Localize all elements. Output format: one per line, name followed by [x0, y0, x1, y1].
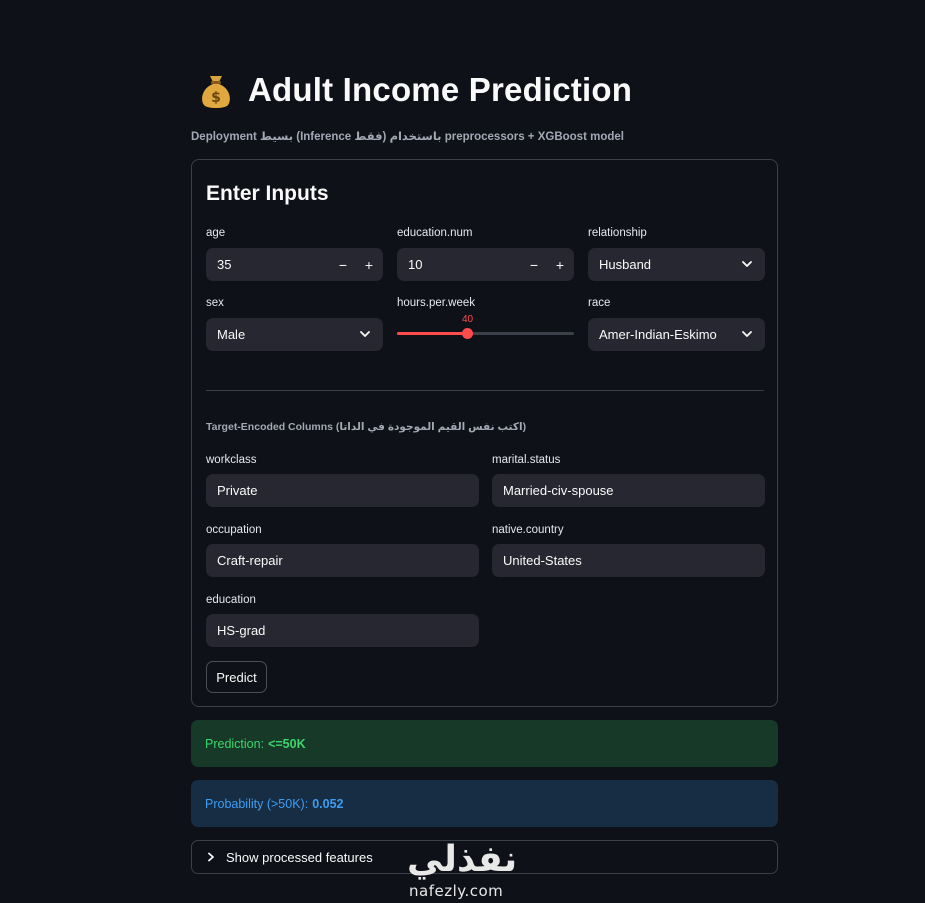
hours-per-week-slider[interactable] — [397, 328, 574, 339]
hours-per-week-label: hours.per.week — [397, 297, 475, 309]
marital-status-value: Married-civ-spouse — [503, 483, 614, 498]
nafezly-watermark: نفذلي nafezly.com — [405, 838, 523, 902]
age-value: 35 — [217, 257, 232, 272]
education-num-value: 10 — [408, 257, 423, 272]
money-bag-icon: $ — [198, 70, 234, 110]
probability-label: Probability (>50K): — [205, 796, 309, 811]
chevron-down-icon — [742, 261, 752, 267]
probability-alert: Probability (>50K): 0.052 — [191, 780, 778, 827]
marital-status-label: marital.status — [492, 454, 561, 466]
relationship-select[interactable]: Husband — [588, 248, 765, 281]
age-number-input[interactable]: 35 − + — [206, 248, 383, 281]
education-num-input[interactable]: 10 − + — [397, 248, 574, 281]
education-value: HS-grad — [217, 623, 266, 638]
race-value: Amer-Indian-Eskimo — [599, 327, 717, 342]
app-page: $ Adult Income Prediction Deployment بسي… — [0, 0, 925, 903]
relationship-value: Husband — [599, 257, 652, 272]
page-header: $ Adult Income Prediction — [198, 70, 632, 110]
native-country-label: native.country — [492, 524, 564, 536]
input-form: Enter Inputs age 35 − + education.num 10… — [191, 159, 778, 707]
sex-label: sex — [206, 297, 224, 309]
prediction-alert: Prediction: <=50K — [191, 720, 778, 767]
education-label: education — [206, 594, 256, 606]
native-country-value: United-States — [503, 553, 582, 568]
relationship-label: relationship — [588, 227, 647, 239]
native-country-input[interactable]: United-States — [492, 544, 765, 577]
age-label: age — [206, 227, 226, 239]
age-decrement-button[interactable]: − — [330, 248, 356, 281]
divider — [206, 390, 764, 391]
occupation-value: Craft-repair — [217, 553, 283, 568]
occupation-input[interactable]: Craft-repair — [206, 544, 479, 577]
occupation-label: occupation — [206, 524, 262, 536]
prediction-value: <=50K — [268, 736, 306, 751]
probability-value: 0.052 — [312, 796, 344, 811]
workclass-input[interactable]: Private — [206, 474, 479, 507]
sex-value: Male — [217, 327, 246, 342]
sex-select[interactable]: Male — [206, 318, 383, 351]
form-title: Enter Inputs — [206, 182, 329, 205]
slider-thumb[interactable] — [462, 328, 474, 339]
hours-per-week-value: 40 — [462, 314, 474, 325]
prediction-label: Prediction: — [205, 736, 265, 751]
workclass-label: workclass — [206, 454, 257, 466]
target-encoded-caption: Target-Encoded Columns (اكتب نفس القيم ا… — [206, 421, 527, 433]
expander-label: Show processed features — [226, 849, 373, 865]
marital-status-input[interactable]: Married-civ-spouse — [492, 474, 765, 507]
race-label: race — [588, 297, 611, 309]
predict-button[interactable]: Predict — [206, 661, 267, 693]
education-num-increment-button[interactable]: + — [547, 248, 573, 281]
chevron-down-icon — [360, 331, 370, 337]
race-select[interactable]: Amer-Indian-Eskimo — [588, 318, 765, 351]
svg-text:$: $ — [211, 90, 221, 106]
chevron-down-icon — [742, 331, 752, 337]
education-num-decrement-button[interactable]: − — [521, 248, 547, 281]
education-num-label: education.num — [397, 227, 473, 239]
slider-fill — [397, 332, 468, 335]
workclass-value: Private — [217, 483, 258, 498]
age-increment-button[interactable]: + — [356, 248, 382, 281]
chevron-right-icon — [208, 852, 214, 862]
watermark-arabic: نفذلي — [407, 838, 518, 879]
page-title: Adult Income Prediction — [248, 71, 633, 108]
page-subtitle: Deployment بسيط (Inference فقط) باستخدام… — [191, 131, 624, 143]
watermark-url: nafezly.com — [409, 882, 504, 900]
education-input[interactable]: HS-grad — [206, 614, 479, 647]
